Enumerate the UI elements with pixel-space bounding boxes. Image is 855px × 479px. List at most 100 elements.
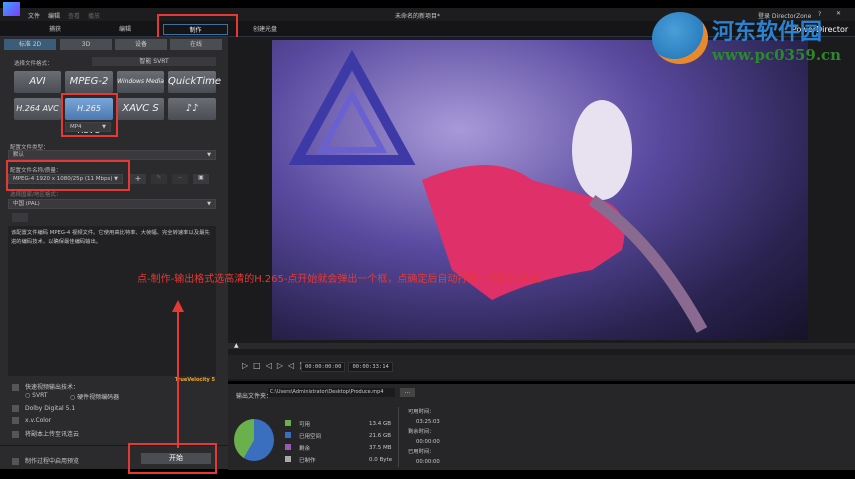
app-logo (3, 2, 20, 16)
legend-swatch (285, 444, 291, 450)
disk-legend-row: 已用空间 21.6 GB (285, 431, 398, 441)
preview-image (288, 49, 708, 333)
radio-hw-encoder[interactable]: ○ 硬件视频编码器 (70, 392, 119, 401)
format-avc[interactable]: H.264 AVC (14, 98, 61, 120)
highlight-profile (6, 160, 130, 191)
subtab-2d[interactable]: 标准 2D (4, 39, 56, 50)
dancer-torso (572, 100, 632, 200)
menu-play[interactable]: 播放 (88, 13, 100, 20)
next-frame-icon[interactable]: ▷ (277, 361, 288, 370)
disk-pie-chart (234, 419, 274, 461)
radio-label: SVRT (32, 392, 48, 399)
tab-capture[interactable]: 捕获 (30, 24, 80, 35)
legend-value: 0.0 Byte (369, 457, 393, 463)
edit-profile-button[interactable]: ✎ (151, 174, 167, 184)
legend-swatch-cell (285, 455, 297, 465)
annotation-arrow (172, 300, 184, 448)
output-folder-label: 输出文件夹： (236, 393, 273, 400)
menu: 文件 编辑 查看 播放 (28, 11, 108, 20)
add-profile-button[interactable]: + (130, 174, 146, 184)
region-select[interactable]: 中国 (PAL) (8, 199, 216, 209)
subtab-online[interactable]: 在线 (170, 39, 222, 50)
settings-button[interactable] (12, 213, 28, 222)
enable-preview-option[interactable]: 制作过程中启用预览 (12, 456, 79, 465)
logo-triangle (288, 49, 416, 165)
legend-label: 剩余 (299, 446, 311, 452)
close-icon[interactable]: ✕ (836, 10, 841, 17)
dolby-option[interactable]: Dolby Digital 5.1 (12, 405, 75, 412)
timecodes: 00:00:00:00 00:00:33:14 (298, 362, 393, 372)
delete-profile-button[interactable]: − (172, 174, 188, 184)
disk-legend-row: 剩余 37.5 MB (285, 443, 398, 453)
legend-swatch (285, 456, 291, 462)
browse-button[interactable]: ... (400, 388, 415, 397)
time-value: 03:25:03 (416, 419, 440, 425)
legend-swatch-cell (285, 431, 297, 441)
time-label: 可用时间： (408, 409, 435, 415)
checkbox[interactable] (12, 384, 19, 391)
format-audio[interactable]: ♪♪ (168, 98, 216, 120)
time-value: 00:00:00 (416, 439, 440, 445)
timeline-scrubber[interactable]: ▲ (228, 342, 855, 349)
fast-render-option[interactable]: 快速视频输出技术： (12, 382, 79, 391)
radio-svrt[interactable]: ○ SVRT (25, 392, 47, 399)
legend-label: 可用 (299, 422, 311, 428)
preview-video (272, 40, 808, 340)
tab-edit[interactable]: 编辑 (100, 24, 150, 35)
profile-buttons: + ✎ − ▣ (130, 174, 216, 184)
output-panel: 输出文件夹： C:\Users\Administrator\Desktop\Pr… (228, 384, 855, 470)
format-xavc[interactable]: XAVC S (117, 98, 164, 120)
disk-legend-row: 可用 13.4 GB (285, 419, 398, 429)
legend-swatch-cell (285, 443, 297, 453)
highlight-hevc (61, 93, 118, 137)
checkbox[interactable] (12, 405, 19, 412)
dancer-hair (588, 195, 708, 333)
option-label: 制作过程中启用预览 (25, 458, 80, 465)
format-mpeg2[interactable]: MPEG-2 (65, 71, 113, 93)
option-label: x.v.Color (25, 417, 52, 424)
profile-info-button[interactable]: ▣ (193, 174, 209, 184)
menu-edit[interactable]: 编辑 (48, 13, 60, 20)
duration-timecode: 00:00:33:14 (348, 362, 393, 372)
subtab-3d[interactable]: 3D (60, 39, 112, 50)
select-format-label: 选择文件格式： (14, 61, 53, 67)
annotation-text: 点-制作-输出格式选高清的H.265-点开始就会弹出一个框，点确定后自动打开一个… (137, 274, 548, 285)
play-icon[interactable]: ▷ (242, 361, 253, 370)
prev-frame-icon[interactable]: ◁ (266, 361, 277, 370)
tab-create-disc[interactable]: 创建光盘 (245, 24, 285, 35)
legend-swatch (285, 420, 291, 426)
menu-view[interactable]: 查看 (68, 13, 80, 20)
watermark-logo (652, 12, 708, 64)
playhead-icon[interactable]: ▲ (234, 342, 239, 349)
checkbox[interactable] (12, 458, 19, 465)
disk-legend-row: 已制作 0.0 Byte (285, 455, 398, 465)
fast-render-label: 快速视频输出技术： (25, 384, 80, 391)
legend-swatch-cell (285, 419, 297, 429)
divider (398, 407, 399, 467)
format-quicktime[interactable]: QuickTime (168, 71, 221, 93)
option-label: Dolby Digital 5.1 (25, 405, 76, 412)
current-timecode: 00:00:00:00 (301, 362, 346, 372)
xvcolor-option[interactable]: x.v.Color (12, 417, 51, 424)
time-info: 可用时间： 03:25:03 剩余时间： 00:00:00 已用时间： 00:00:00 (408, 407, 440, 467)
region-label: 选择国家/地区格式： (10, 192, 62, 198)
window-title: 未命名的新项目* (395, 13, 441, 20)
format-avi[interactable]: AVI (14, 71, 61, 93)
playback-controls: ▷□◁▷◁) 00:00:00:00 00:00:33:14 (228, 355, 855, 379)
time-value: 00:00:00 (416, 459, 440, 465)
legend-value: 37.5 MB (369, 445, 392, 451)
watermark-url: www.pc0359.cn (712, 46, 842, 64)
watermark-title: 河东软件园 (712, 19, 823, 45)
checkbox[interactable] (12, 431, 19, 438)
menu-file[interactable]: 文件 (28, 13, 40, 20)
svrt-button[interactable]: 智能 SVRT (92, 57, 216, 66)
checkbox[interactable] (12, 417, 19, 424)
upload-option[interactable]: 将副本上传至讯连云 (12, 429, 79, 438)
option-label: 将副本上传至讯连云 (25, 431, 80, 438)
format-wmv[interactable]: Windows Media (117, 71, 164, 93)
stop-icon[interactable]: □ (253, 361, 266, 370)
legend-value: 21.6 GB (369, 433, 392, 439)
profile-type-select[interactable]: 默认 (8, 150, 216, 160)
output-path-input[interactable]: C:\Users\Administrator\Desktop\Produce.m… (268, 388, 395, 397)
subtab-device[interactable]: 设备 (115, 39, 167, 50)
